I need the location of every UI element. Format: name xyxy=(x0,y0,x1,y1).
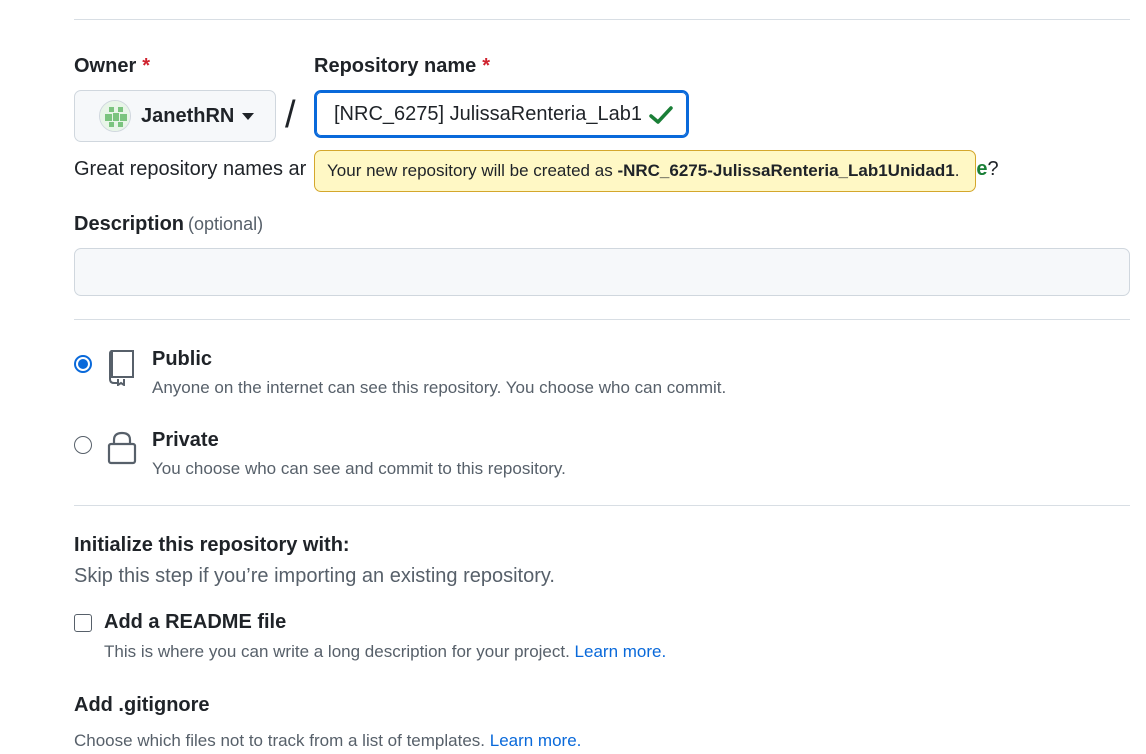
lock-icon xyxy=(107,431,137,465)
readme-label[interactable]: Add a README file xyxy=(104,611,286,634)
private-radio[interactable] xyxy=(74,436,92,454)
normalized-repo-name: -NRC_6275-JulissaRenteria_Lab1Unidad1 xyxy=(617,161,955,180)
init-title: Initialize this repository with: xyxy=(74,534,350,556)
readme-checkbox[interactable] xyxy=(74,614,92,632)
check-icon xyxy=(649,106,673,124)
description-label: Description (optional) xyxy=(74,213,264,235)
description-input[interactable] xyxy=(74,248,1130,296)
gitignore-title: Add .gitignore xyxy=(74,694,210,716)
gitignore-learn-more-link[interactable]: Learn more. xyxy=(490,731,582,750)
repo-book-icon xyxy=(109,350,134,386)
owner-name: JanethRN xyxy=(141,104,235,127)
top-divider xyxy=(74,19,1130,20)
repo-name-input[interactable]: [NRC_6275] JulissaRenteria_Lab1U xyxy=(314,90,689,138)
repo-name-value: [NRC_6275] JulissaRenteria_Lab1U xyxy=(334,102,641,125)
init-divider xyxy=(74,505,1130,506)
owner-label: Owner * xyxy=(74,55,151,77)
readme-description: This is where you can write a long descr… xyxy=(104,642,667,661)
private-description: You choose who can see and commit to thi… xyxy=(152,459,566,478)
identicon-icon xyxy=(100,101,130,131)
public-radio[interactable] xyxy=(74,355,92,373)
owner-avatar xyxy=(99,100,131,132)
owner-select[interactable]: JanethRN xyxy=(74,90,276,142)
repo-name-label: Repository name * xyxy=(314,55,491,77)
visibility-divider xyxy=(74,319,1130,320)
owner-repo-separator: / xyxy=(285,94,296,136)
init-subtitle: Skip this step if you’re importing an ex… xyxy=(74,565,555,587)
public-description: Anyone on the internet can see this repo… xyxy=(152,378,727,397)
repo-name-tooltip: Your new repository will be created as -… xyxy=(314,150,976,192)
readme-learn-more-link[interactable]: Learn more. xyxy=(575,642,667,661)
gitignore-description: Choose which files not to track from a l… xyxy=(74,731,582,750)
chevron-down-icon xyxy=(242,112,255,120)
public-title: Public xyxy=(152,348,213,370)
private-title: Private xyxy=(152,429,219,451)
